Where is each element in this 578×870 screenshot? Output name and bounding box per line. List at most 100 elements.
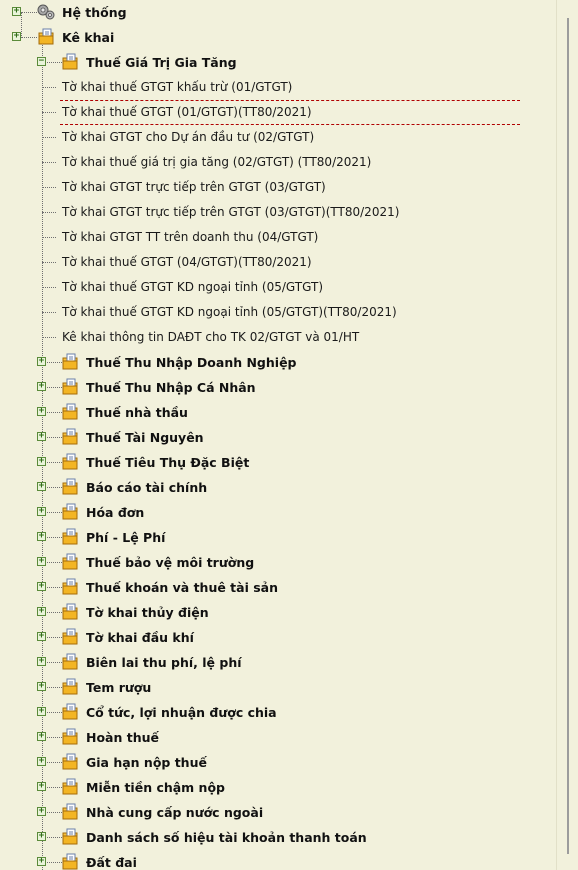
expand-icon[interactable]: +	[37, 432, 46, 441]
tree-leaf-label: Kê khai thông tin DAĐT cho TK 02/GTGT và…	[62, 330, 360, 344]
tree-node-label: Hoàn thuế	[86, 730, 159, 745]
tree-node-group[interactable]: + Thuế Tiêu Thụ Đặc Biệt	[0, 450, 556, 475]
folder-icon	[62, 478, 78, 495]
tree-connector	[42, 237, 56, 238]
tree-leaf-label: Tờ khai thuế GTGT khấu trừ (01/GTGT)	[62, 80, 293, 94]
expand-icon[interactable]: +	[12, 32, 21, 41]
tree-leaf-item[interactable]: Tờ khai GTGT trực tiếp trên GTGT (03/GTG…	[0, 200, 556, 225]
folder-icon	[62, 728, 78, 745]
expand-icon[interactable]: +	[37, 832, 46, 841]
folder-icon	[62, 628, 78, 645]
tree-view: + Hệ thống + Kê khai − Thuế Giá Trị Gia Tăng T…	[0, 0, 556, 870]
tree-node-label: Tờ khai thủy điện	[86, 605, 209, 620]
expand-icon[interactable]: +	[37, 757, 46, 766]
tree-node-label: Thuế Tiêu Thụ Đặc Biệt	[86, 455, 250, 470]
tree-leaf-item[interactable]: Tờ khai thuế GTGT KD ngoại tỉnh (05/GTGT…	[0, 300, 556, 325]
tree-node-group[interactable]: + Tem rượu	[0, 675, 556, 700]
collapse-icon[interactable]: −	[37, 57, 46, 66]
tree-leaf-item[interactable]: Kê khai thông tin DAĐT cho TK 02/GTGT và…	[0, 325, 556, 350]
scrollbar-thumb[interactable]	[567, 18, 569, 854]
tree-node-group[interactable]: + Thuế bảo vệ môi trường	[0, 550, 556, 575]
expand-icon[interactable]: +	[37, 732, 46, 741]
expand-icon[interactable]: +	[37, 807, 46, 816]
gear-icon	[36, 3, 56, 21]
tree-node-group[interactable]: + Cổ tức, lợi nhuận được chia	[0, 700, 556, 725]
folder-icon	[62, 503, 78, 520]
tree-connector	[21, 12, 37, 13]
tree-node-root[interactable]: + Kê khai	[0, 25, 556, 50]
expand-icon[interactable]: +	[37, 632, 46, 641]
expand-icon[interactable]: +	[37, 682, 46, 691]
tree-node-label: Thuế Thu Nhập Doanh Nghiệp	[86, 355, 297, 370]
expand-icon[interactable]: +	[37, 857, 46, 866]
tree-node-group[interactable]: + Thuế khoán và thuê tài sản	[0, 575, 556, 600]
tree-node-group-expanded[interactable]: − Thuế Giá Trị Gia Tăng	[0, 50, 556, 75]
tree-node-group[interactable]: + Miễn tiền chậm nộp	[0, 775, 556, 800]
tree-node-group[interactable]: + Tờ khai thủy điện	[0, 600, 556, 625]
tree-node-group[interactable]: + Thuế Thu Nhập Cá Nhân	[0, 375, 556, 400]
tree-leaf-item[interactable]: Tờ khai GTGT trực tiếp trên GTGT (03/GTG…	[0, 175, 556, 200]
expand-icon[interactable]: +	[37, 532, 46, 541]
tree-node-label: Cổ tức, lợi nhuận được chia	[86, 705, 277, 720]
tree-node-label: Phí - Lệ Phí	[86, 530, 166, 545]
expand-icon[interactable]: +	[37, 607, 46, 616]
tree-leaf-item[interactable]: Tờ khai thuế GTGT (01/GTGT)(TT80/2021)	[0, 100, 556, 125]
tree-node-label: Hệ thống	[62, 5, 127, 20]
tree-leaf-item[interactable]: Tờ khai thuế GTGT khấu trừ (01/GTGT)	[0, 75, 556, 100]
tree-node-root[interactable]: + Hệ thống	[0, 0, 556, 25]
tree-leaf-item[interactable]: Tờ khai thuế GTGT KD ngoại tỉnh (05/GTGT…	[0, 275, 556, 300]
tree-leaf-item[interactable]: Tờ khai thuế GTGT (04/GTGT)(TT80/2021)	[0, 250, 556, 275]
tree-node-group[interactable]: + Thuế Tài Nguyên	[0, 425, 556, 450]
expand-icon[interactable]: +	[37, 407, 46, 416]
folder-icon	[62, 828, 78, 845]
tree-connector	[42, 287, 56, 288]
tree-leaf-label: Tờ khai thuế GTGT (01/GTGT)(TT80/2021)	[62, 105, 312, 119]
tree-connector	[42, 187, 56, 188]
tree-node-group[interactable]: + Nhà cung cấp nước ngoài	[0, 800, 556, 825]
expand-icon[interactable]: +	[37, 357, 46, 366]
tree-leaf-label: Tờ khai GTGT trực tiếp trên GTGT (03/GTG…	[62, 180, 326, 194]
tree-node-group[interactable]: + Tờ khai đầu khí	[0, 625, 556, 650]
tree-node-group[interactable]: + Hoàn thuế	[0, 725, 556, 750]
expand-icon[interactable]: +	[37, 457, 46, 466]
expand-icon[interactable]: +	[37, 707, 46, 716]
folder-icon	[62, 703, 78, 720]
folder-icon	[62, 578, 78, 595]
tree-leaf-item[interactable]: Tờ khai GTGT cho Dự án đầu tư (02/GTGT)	[0, 125, 556, 150]
tree-node-group[interactable]: + Đất đai	[0, 850, 556, 870]
tree-node-label: Thuế bảo vệ môi trường	[86, 555, 255, 570]
tree-node-label: Thuế Thu Nhập Cá Nhân	[86, 380, 256, 395]
folder-icon	[62, 803, 78, 820]
tree-connector	[42, 212, 56, 213]
expand-icon[interactable]: +	[37, 507, 46, 516]
expand-icon[interactable]: +	[37, 782, 46, 791]
expand-icon[interactable]: +	[37, 482, 46, 491]
vertical-scrollbar[interactable]	[556, 0, 578, 870]
tree-leaf-item[interactable]: Tờ khai thuế giá trị gia tăng (02/GTGT) …	[0, 150, 556, 175]
tree-leaf-item[interactable]: Tờ khai GTGT TT trên doanh thu (04/GTGT)	[0, 225, 556, 250]
tree-node-label: Miễn tiền chậm nộp	[86, 780, 225, 795]
tree-connector	[42, 87, 56, 88]
tree-leaf-label: Tờ khai thuế GTGT KD ngoại tỉnh (05/GTGT…	[62, 305, 397, 319]
folder-icon	[62, 603, 78, 620]
folder-icon	[62, 353, 78, 370]
tree-node-group[interactable]: + Phí - Lệ Phí	[0, 525, 556, 550]
expand-icon[interactable]: +	[37, 657, 46, 666]
tree-node-group[interactable]: + Danh sách số hiệu tài khoản thanh toán	[0, 825, 556, 850]
folder-icon	[62, 53, 78, 70]
tree-connector	[21, 37, 37, 38]
tree-node-label: Thuế khoán và thuê tài sản	[86, 580, 278, 595]
expand-icon[interactable]: +	[37, 582, 46, 591]
tree-node-label: Nhà cung cấp nước ngoài	[86, 805, 264, 820]
expand-icon[interactable]: +	[12, 7, 21, 16]
tree-node-group[interactable]: + Thuế Thu Nhập Doanh Nghiệp	[0, 350, 556, 375]
tree-node-group[interactable]: + Báo cáo tài chính	[0, 475, 556, 500]
expand-icon[interactable]: +	[37, 382, 46, 391]
tree-node-group[interactable]: + Biên lai thu phí, lệ phí	[0, 650, 556, 675]
expand-icon[interactable]: +	[37, 557, 46, 566]
folder-icon	[62, 753, 78, 770]
tree-node-group[interactable]: + Hóa đơn	[0, 500, 556, 525]
tree-node-group[interactable]: + Thuế nhà thầu	[0, 400, 556, 425]
tree-node-group[interactable]: + Gia hạn nộp thuế	[0, 750, 556, 775]
tree-leaf-label: Tờ khai thuế giá trị gia tăng (02/GTGT) …	[62, 155, 372, 169]
